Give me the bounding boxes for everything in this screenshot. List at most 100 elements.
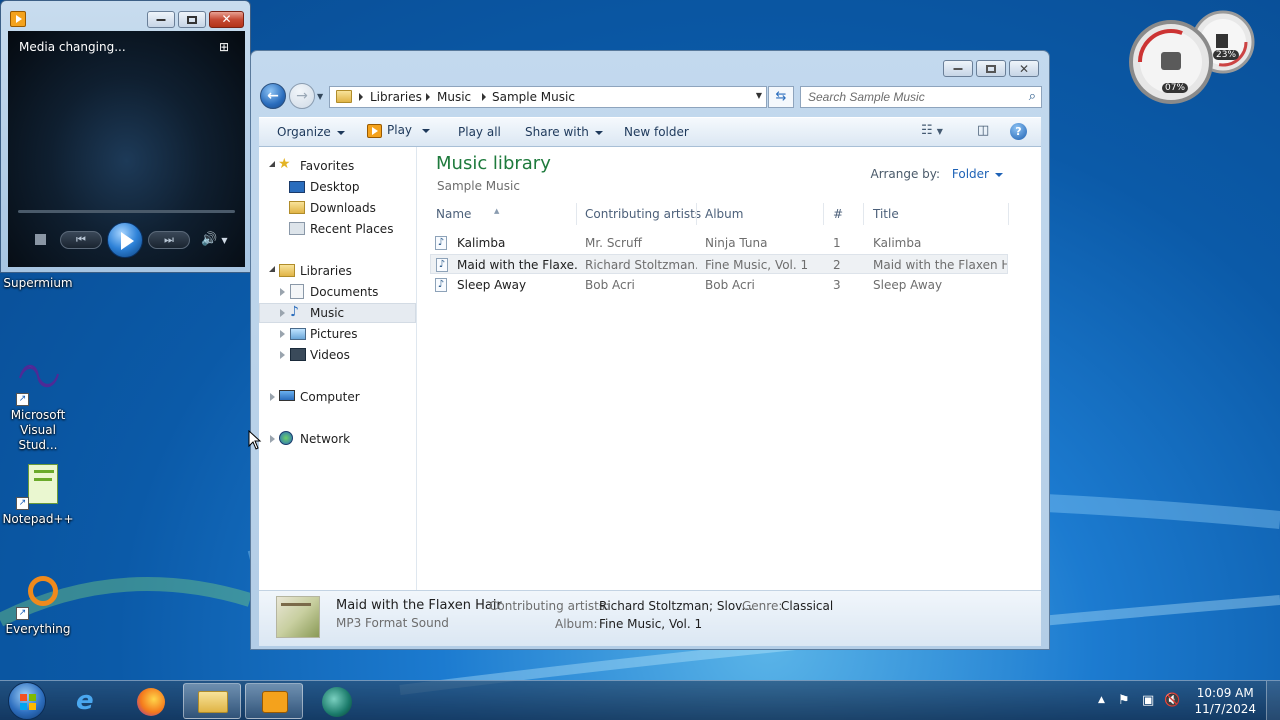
expand-arrow-icon[interactable] (280, 288, 285, 296)
share-with-button[interactable]: Share with (525, 125, 603, 139)
refresh-button[interactable]: ⇆ (768, 86, 794, 108)
nav-item-pictures[interactable]: Pictures (259, 324, 416, 344)
maximize-button[interactable] (178, 11, 206, 28)
column-divider[interactable] (696, 203, 697, 225)
action-center-icon[interactable]: ⚑ (1118, 693, 1130, 708)
media-player-titlebar[interactable]: ✕ (1, 1, 250, 31)
nav-item-desktop[interactable]: Desktop (259, 177, 416, 197)
explorer-window[interactable]: ✕ ← → ▼ Libraries Music Sample Music ▼ ⇆… (250, 50, 1050, 650)
help-button[interactable]: ? (1010, 123, 1027, 140)
breadcrumb-separator-icon[interactable] (426, 93, 430, 101)
arrange-by-dropdown[interactable]: Folder (952, 167, 1003, 181)
network-icon[interactable]: ▣ (1142, 693, 1154, 708)
column-divider[interactable] (1008, 203, 1009, 225)
search-input[interactable] (801, 87, 1011, 107)
details-artists-value[interactable]: Richard Stoltzman; Slov... (599, 599, 753, 613)
nav-item-videos[interactable]: Videos (259, 345, 416, 365)
breadcrumb-sample-music[interactable]: Sample Music (492, 90, 575, 104)
seek-bar[interactable] (18, 210, 235, 213)
nav-item-computer[interactable]: Computer (259, 387, 416, 407)
maximize-button[interactable] (976, 60, 1006, 77)
navigation-pane[interactable]: ★ Favorites Desktop Downloads Recent Pla… (259, 147, 417, 590)
table-row[interactable]: ♪ Sleep Away Bob Acri Bob Acri 3 Sleep A… (430, 275, 1008, 295)
expand-arrow-icon[interactable] (269, 161, 275, 167)
play-all-button[interactable]: Play all (458, 125, 501, 139)
expand-arrow-icon[interactable] (280, 351, 285, 359)
show-hidden-icons-icon[interactable]: ▲ (1098, 695, 1105, 705)
nav-item-documents[interactable]: Documents (259, 282, 416, 302)
nav-item-network[interactable]: Network (259, 429, 416, 449)
show-desktop-button[interactable] (1266, 681, 1280, 720)
file-list-pane[interactable]: Music library Sample Music Arrange by: F… (418, 147, 1041, 590)
volume-muted-icon[interactable]: 🔇 (1164, 693, 1180, 708)
expand-arrow-icon[interactable] (269, 266, 275, 272)
table-row[interactable]: ♪ Kalimba Mr. Scruff Ninja Tuna 1 Kalimb… (430, 233, 1008, 253)
play-button[interactable]: Play (367, 123, 431, 138)
new-folder-button[interactable]: New folder (624, 125, 689, 139)
explorer-content: ★ Favorites Desktop Downloads Recent Pla… (259, 147, 1041, 590)
breadcrumb-libraries[interactable]: Libraries (370, 90, 422, 104)
details-genre-value[interactable]: Classical (781, 599, 833, 613)
preview-pane-button[interactable]: ◫ (977, 123, 989, 138)
switch-to-library-icon[interactable]: ⊞ (219, 40, 235, 54)
address-history-dropdown[interactable]: ▼ (756, 91, 762, 100)
expand-arrow-icon[interactable] (270, 393, 275, 401)
column-header-artists[interactable]: Contributing artists (585, 207, 701, 221)
nav-item-downloads[interactable]: Downloads (259, 198, 416, 218)
nav-item-libraries[interactable]: Libraries (259, 261, 416, 281)
play-label: Play (387, 123, 413, 137)
media-player-window[interactable]: ✕ Media changing... ⊞ ⏮ ⏭ 🔊 ▼ (0, 0, 251, 273)
change-view-button[interactable]: ☷ ▼ (921, 123, 943, 138)
speaker-icon: 🔊 (201, 232, 218, 247)
breadcrumb-separator-icon[interactable] (359, 93, 363, 101)
close-button[interactable]: ✕ (209, 11, 244, 28)
cpu-meter-gadget[interactable]: 07% 23% (1128, 10, 1268, 110)
taskbar-media-player[interactable] (245, 683, 303, 719)
table-row[interactable]: ♪ Maid with the Flaxe... Richard Stoltzm… (430, 254, 1008, 274)
details-album-value[interactable]: Fine Music, Vol. 1 (599, 617, 702, 631)
recent-pages-dropdown[interactable]: ▼ (317, 92, 323, 101)
desktop-icon-everything[interactable]: ↗ Everything (0, 572, 76, 637)
minimize-button[interactable] (147, 11, 175, 28)
next-button[interactable]: ⏭ (148, 231, 190, 249)
column-divider[interactable] (576, 203, 577, 225)
nav-item-recent-places[interactable]: Recent Places (259, 219, 416, 239)
breadcrumb-separator-icon[interactable] (482, 93, 486, 101)
clock[interactable]: 10:09 AM 11/7/2024 (1194, 685, 1256, 717)
breadcrumb-music[interactable]: Music (437, 90, 471, 104)
desktop-icon-visual-studio[interactable]: ↗ Microsoft Visual Stud... (0, 358, 76, 453)
play-button[interactable] (107, 222, 143, 258)
column-header-number[interactable]: # (833, 207, 843, 221)
taskbar-app[interactable] (307, 683, 365, 719)
desktop-icon-notepadpp[interactable]: ↗ Notepad++ (0, 462, 76, 527)
address-bar[interactable]: Libraries Music Sample Music ▼ (329, 86, 767, 108)
taskbar-firefox[interactable] (122, 683, 180, 719)
arrow-left-icon: ← (267, 88, 279, 104)
expand-arrow-icon[interactable] (270, 435, 275, 443)
close-button[interactable]: ✕ (1009, 60, 1039, 77)
expand-arrow-icon[interactable] (280, 330, 285, 338)
forward-button[interactable]: → (289, 83, 315, 109)
column-header-name[interactable]: Name (436, 207, 471, 221)
start-button[interactable] (8, 682, 46, 720)
memory-percent: 23% (1213, 50, 1240, 60)
search-icon[interactable]: ⌕ (1029, 89, 1036, 104)
organize-button[interactable]: Organize (277, 125, 345, 139)
column-divider[interactable] (823, 203, 824, 225)
media-player-video-area[interactable]: Media changing... ⊞ ⏮ ⏭ 🔊 ▼ (8, 31, 245, 267)
column-header-title[interactable]: Title (873, 207, 899, 221)
previous-button[interactable]: ⏮ (60, 231, 102, 249)
column-divider[interactable] (863, 203, 864, 225)
expand-arrow-icon[interactable] (280, 309, 285, 317)
previous-icon: ⏮ (76, 233, 86, 246)
nav-item-music[interactable]: ♪ Music (259, 303, 416, 323)
nav-item-favorites[interactable]: ★ Favorites (259, 156, 416, 176)
column-header-album[interactable]: Album (705, 207, 743, 221)
taskbar-windows-explorer[interactable] (183, 683, 241, 719)
back-button[interactable]: ← (260, 83, 286, 109)
search-box[interactable]: ⌕ (800, 86, 1042, 108)
stop-button[interactable] (35, 234, 46, 245)
minimize-button[interactable] (943, 60, 973, 77)
volume-button[interactable]: 🔊 ▼ (201, 232, 227, 247)
taskbar-internet-explorer[interactable]: e (62, 683, 120, 719)
